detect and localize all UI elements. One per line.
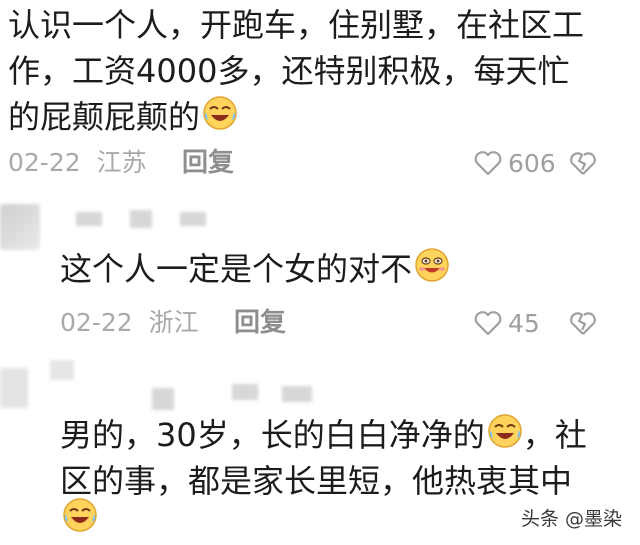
comment-3-line-1-tail: ，社	[522, 416, 587, 454]
comment-3-line-1: 男的，30岁，长的白白净净的 ，社	[60, 412, 587, 461]
smiling-emoji-icon	[414, 247, 450, 295]
username-blurred	[282, 386, 312, 402]
comment-1-line-3: 的屁颠屁颠的	[8, 94, 238, 143]
comment-1-dislike-button[interactable]	[568, 150, 598, 180]
comment-2-line-1: 这个人一定是个女的对不	[60, 246, 450, 295]
laughing-crying-emoji-icon	[487, 413, 523, 461]
comment-2-meta: 02-22 浙江	[60, 308, 199, 338]
broken-heart-icon	[568, 150, 598, 176]
comment-2-like-count: 45	[508, 308, 540, 338]
username-blurred	[180, 212, 206, 226]
comment-2-reply-button[interactable]: 回复	[234, 308, 286, 338]
comment-1-line-3-text: 的屁颠屁颠的	[8, 98, 201, 136]
comment-3-line-1-text: 男的，30岁，长的白白净净的	[60, 416, 485, 454]
comment-3-line-2: 区的事，都是家长里短，他热衷其中	[60, 462, 573, 500]
comment-2-like-button[interactable]: 45	[474, 308, 540, 338]
comment-1-like-count: 606	[508, 148, 556, 178]
comment-1-reply-button[interactable]: 回复	[182, 148, 234, 178]
laughing-crying-emoji-icon	[202, 95, 238, 143]
username-blurred	[130, 210, 152, 228]
avatar-blurred	[50, 360, 74, 380]
broken-heart-icon	[568, 310, 598, 336]
comment-1-like-button[interactable]: 606	[474, 148, 556, 178]
username-blurred	[232, 384, 258, 400]
watermark: 头条 @墨染	[516, 502, 626, 533]
comment-2-location: 浙江	[148, 308, 199, 337]
comment-1-meta: 02-22 江苏	[8, 148, 147, 178]
comment-3-line-3	[60, 496, 98, 545]
avatar[interactable]	[0, 204, 40, 250]
comment-1-location: 江苏	[96, 148, 147, 177]
laughing-crying-emoji-icon	[62, 497, 98, 545]
avatar	[0, 368, 28, 408]
heart-outline-icon	[474, 150, 502, 176]
comment-2-dislike-button[interactable]	[568, 310, 598, 340]
comment-2-date: 02-22	[60, 308, 133, 337]
heart-outline-icon	[474, 310, 502, 336]
comment-2-line-1-text: 这个人一定是个女的对不	[60, 250, 413, 288]
comment-1-date: 02-22	[8, 148, 81, 177]
username-blurred	[152, 388, 174, 410]
comment-1-line-2: 作，工资4000多，还特别积极，每天忙	[8, 52, 570, 90]
username-blurred	[76, 212, 102, 226]
comment-1-line-1: 认识一个人，开跑车，住别墅，在社区工	[8, 6, 585, 44]
